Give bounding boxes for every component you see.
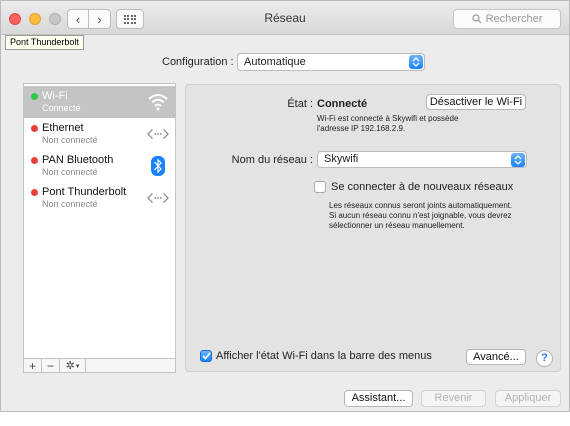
status-dot [31, 189, 38, 196]
service-list: Wi-Fi Connecté Ethernet Non connecté PAN… [23, 83, 176, 372]
state-description-line2: l'adresse IP 192.168.2.9. [317, 124, 406, 133]
wifi-icon [147, 91, 169, 113]
state-description-line1: Wi-Fi est connecté à Skywifi et possède [317, 114, 459, 123]
join-description-line1: Les réseaux connus seront joints automat… [329, 201, 513, 210]
checkmark-icon [201, 352, 211, 360]
service-status: Non connecté [42, 135, 98, 145]
status-dot [31, 125, 38, 132]
title-bar: ‹ › Réseau Rechercher [1, 1, 569, 35]
join-new-networks-checkbox[interactable] [314, 181, 326, 193]
service-status: Non connecté [42, 199, 98, 209]
action-menu-button[interactable]: ✲ ▾ [60, 359, 86, 372]
updown-arrows-icon [409, 55, 423, 69]
service-name: PAN Bluetooth [42, 154, 114, 166]
service-name: Pont Thunderbolt [42, 186, 127, 198]
chevron-down-icon: ▾ [75, 362, 80, 370]
configuration-value: Automatique [244, 56, 306, 68]
service-item-wifi[interactable]: Wi-Fi Connecté [24, 86, 175, 118]
show-wifi-status-label: Afficher l'état Wi-Fi dans la barre des … [216, 350, 432, 362]
service-item-pan-bluetooth[interactable]: PAN Bluetooth Non connecté [24, 150, 175, 182]
ethernet-icon [147, 187, 169, 209]
network-name-select[interactable]: Skywifi [317, 151, 527, 168]
assistant-button[interactable]: Assistant... [344, 390, 413, 407]
remove-service-button[interactable]: − [42, 359, 60, 373]
gear-icon: ✲ [65, 360, 75, 372]
status-dot [31, 93, 38, 100]
state-value: Connecté [317, 98, 368, 110]
service-item-thunderbolt-bridge[interactable]: Pont Thunderbolt Non connecté [24, 182, 175, 214]
network-name-label: Nom du réseau : [231, 154, 313, 166]
toggle-wifi-button[interactable]: Désactiver le Wi-Fi [426, 94, 526, 110]
search-icon [471, 14, 481, 24]
service-item-ethernet[interactable]: Ethernet Non connecté [24, 118, 175, 150]
configuration-select[interactable]: Automatique [237, 53, 425, 71]
state-description: Wi-Fi est connecté à Skywifi et possède … [317, 114, 458, 134]
state-label: État : [287, 98, 313, 110]
tooltip: Pont Thunderbolt [5, 35, 84, 50]
help-button[interactable]: ? [536, 350, 553, 367]
join-new-networks-description: Les réseaux connus seront joints automat… [329, 201, 512, 231]
network-preferences-window: ‹ › Réseau Rechercher Pont Thunderbolt C… [0, 0, 570, 412]
network-name-value: Skywifi [324, 153, 359, 165]
show-wifi-status-checkbox[interactable] [200, 350, 212, 362]
join-description-line2: Si aucun réseau connu n'est joignable, v… [329, 211, 512, 220]
join-description-line3: sélectionner un réseau manuellement. [329, 221, 465, 230]
service-status: Connecté [42, 103, 81, 113]
status-dot [31, 157, 38, 164]
ethernet-icon [147, 123, 169, 145]
revert-button[interactable]: Revenir [421, 390, 486, 407]
service-name: Ethernet [42, 122, 84, 134]
advanced-button[interactable]: Avancé... [466, 349, 526, 365]
apply-button[interactable]: Appliquer [495, 390, 561, 407]
service-status: Non connecté [42, 167, 98, 177]
search-placeholder: Rechercher [485, 13, 543, 25]
updown-arrows-icon [511, 153, 525, 167]
service-name: Wi-Fi [42, 90, 68, 102]
search-field[interactable]: Rechercher [453, 9, 561, 29]
service-list-toolbar: + − ✲ ▾ [23, 358, 176, 373]
configuration-label: Configuration : [162, 56, 234, 68]
add-service-button[interactable]: + [24, 359, 42, 373]
bluetooth-icon [147, 155, 169, 177]
join-new-networks-label: Se connecter à de nouveaux réseaux [331, 181, 514, 193]
